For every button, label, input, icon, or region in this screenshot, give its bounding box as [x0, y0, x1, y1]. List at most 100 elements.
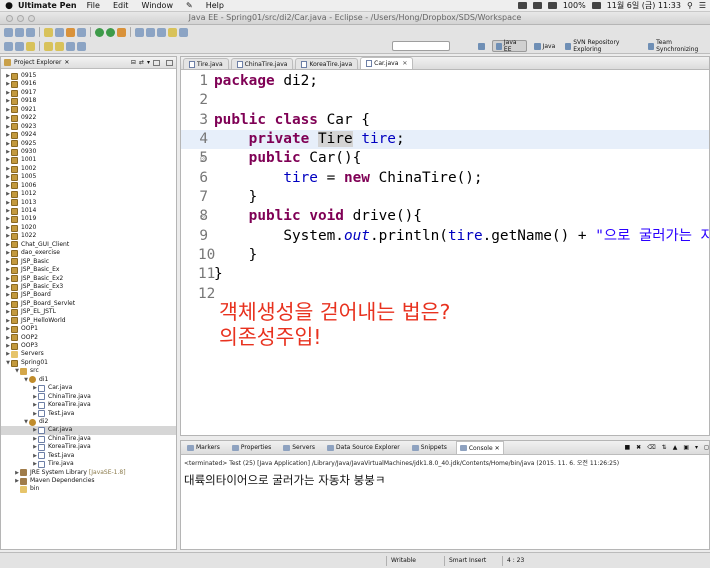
perspective-java[interactable]: Java: [531, 40, 559, 52]
clock[interactable]: 11월 6일 (금) 11:33: [607, 0, 681, 11]
maximize-view-icon[interactable]: [166, 59, 173, 66]
apple-icon[interactable]: ●: [0, 1, 18, 11]
fold-icon[interactable]: ⊝: [200, 149, 205, 168]
tree-item[interactable]: ▶ JSP_Basic_Ex2: [1, 275, 176, 283]
tree-item[interactable]: ▶ 1020: [1, 224, 176, 232]
forward-icon[interactable]: [77, 41, 86, 51]
tree-item[interactable]: ▶ ChinaTire.java: [1, 393, 176, 401]
tree-item[interactable]: ▶ Test.java: [1, 410, 176, 418]
display-console-icon[interactable]: ▣: [683, 444, 689, 451]
tree-item[interactable]: ▶ 0924: [1, 131, 176, 139]
tab-data-source-explorer[interactable]: Data Source Explorer: [324, 443, 403, 452]
quick-access-input[interactable]: [392, 41, 450, 51]
close-tab-icon[interactable]: ✕: [495, 445, 500, 452]
remove-launch-icon[interactable]: ✖: [636, 444, 641, 451]
tree-item[interactable]: ▼ Spring01: [1, 359, 176, 367]
new-package-icon[interactable]: [146, 27, 155, 37]
console-output[interactable]: 대륙의타이어으로 굴러가는 자동차 붕붕ㅋ: [181, 467, 709, 488]
tree-item[interactable]: ▶ Car.java: [1, 384, 176, 392]
tree-item[interactable]: ▶ JSP_Board: [1, 291, 176, 300]
tree-item[interactable]: ▶ 0922: [1, 114, 176, 122]
toggle-mark-icon[interactable]: [15, 41, 24, 51]
tree-item[interactable]: ▶ OOP3: [1, 342, 176, 350]
tree-item[interactable]: ▶ ChinaTire.java: [1, 435, 176, 443]
menu-help[interactable]: Help: [206, 1, 224, 10]
tree-item[interactable]: ▶ OOP2: [1, 334, 176, 342]
tab-car-java[interactable]: Car.java ✕: [360, 57, 414, 69]
collapse-all-icon[interactable]: ⊟: [131, 59, 136, 66]
tree-item[interactable]: ▶ Maven Dependencies: [1, 477, 176, 485]
open-type-icon[interactable]: [168, 27, 177, 37]
tab-servers[interactable]: Servers: [280, 443, 318, 452]
tree-item[interactable]: ▼ src: [1, 367, 176, 376]
tree-item[interactable]: ▶ 1019: [1, 215, 176, 224]
perspective-java-ee[interactable]: Java EE: [492, 39, 527, 53]
tree-item[interactable]: ▶ KoreaTire.java: [1, 443, 176, 451]
tree-item[interactable]: ▶ JSP_Basic_Ex: [1, 266, 176, 274]
clear-console-icon[interactable]: ⌫: [647, 444, 655, 451]
tree-item[interactable]: ▶ 1005: [1, 173, 176, 181]
tab-koreatire-java[interactable]: KoreaTire.java: [295, 58, 359, 69]
list-icon[interactable]: ☰: [699, 1, 706, 10]
tree-item[interactable]: ▶ 1022: [1, 232, 176, 241]
tree-item[interactable]: ▶ 0917: [1, 89, 176, 97]
external-tools-icon[interactable]: [117, 27, 126, 37]
app-name-menu[interactable]: Ultimate Pen: [18, 1, 77, 10]
tree-item[interactable]: ▶ 0918: [1, 97, 176, 106]
new-java-project-icon[interactable]: [135, 27, 144, 37]
close-tab-icon[interactable]: ✕: [402, 60, 407, 67]
perspective-svn[interactable]: SVN Repository Exploring: [562, 39, 641, 53]
tree-item[interactable]: ▶ 0916: [1, 80, 176, 89]
tree-item[interactable]: ▶ 0915: [1, 72, 176, 80]
minimize-view-icon[interactable]: ◻: [704, 444, 709, 451]
view-menu-icon[interactable]: ▾: [695, 444, 698, 451]
tree-item[interactable]: ▶ 0923: [1, 123, 176, 131]
link-editor-icon[interactable]: ⇄: [139, 59, 144, 66]
tree-item[interactable]: ▶ 0925: [1, 140, 176, 148]
view-menu-icon[interactable]: ▾: [147, 59, 150, 66]
tree-item[interactable]: ▶ 1014: [1, 207, 176, 215]
perspective-team-sync[interactable]: Team Synchronizing: [645, 39, 710, 53]
back-icon[interactable]: [66, 41, 75, 51]
wifi-icon[interactable]: [547, 2, 557, 9]
tree-item[interactable]: ▶ JSP_Basic: [1, 258, 176, 266]
database-icon[interactable]: [77, 27, 86, 37]
tree-item[interactable]: ▶ dao_exercise: [1, 249, 176, 257]
menu-window[interactable]: Window: [141, 1, 173, 10]
print-icon[interactable]: [26, 27, 35, 37]
server-icon[interactable]: [66, 27, 75, 37]
tree-item[interactable]: ▼ di2: [1, 418, 176, 426]
tree-item[interactable]: ▶ 0930: [1, 148, 176, 156]
tree-item[interactable]: ▶ 1001: [1, 156, 176, 165]
tree-item[interactable]: ▶ Test.java: [1, 452, 176, 460]
close-icon[interactable]: ✕: [64, 59, 69, 66]
save-icon[interactable]: [15, 27, 24, 37]
tree-item[interactable]: ▶ 1012: [1, 190, 176, 198]
tree-item[interactable]: ▶ Tire.java: [1, 460, 176, 468]
tree-item[interactable]: ▶ JSP_Basic_Ex3: [1, 283, 176, 291]
tree-item[interactable]: ▶ Chat_GUI_Client: [1, 241, 176, 249]
previous-annotation-icon[interactable]: [55, 41, 64, 51]
tree-item[interactable]: ▶ JRE System Library [JavaSE-1.8]: [1, 469, 176, 477]
battery-icon[interactable]: [591, 2, 601, 9]
annotation-icon[interactable]: [26, 41, 35, 51]
tree-item[interactable]: ▶ 0921: [1, 106, 176, 114]
tree-item[interactable]: ▶ Servers: [1, 350, 176, 359]
tree-item[interactable]: ▶ KoreaTire.java: [1, 401, 176, 409]
tree-item[interactable]: ▶ JSP_EL_JSTL: [1, 308, 176, 316]
tree-item[interactable]: ▶ Car.java: [1, 426, 176, 435]
tab-tire-java[interactable]: Tire.java: [183, 58, 229, 69]
minimize-view-icon[interactable]: [153, 59, 160, 66]
tree-item[interactable]: ▶ 1013: [1, 199, 176, 207]
tree-item[interactable]: ▶ JSP_Board_Servlet: [1, 300, 176, 308]
scroll-lock-icon[interactable]: ⇅: [662, 444, 667, 451]
tab-console[interactable]: Console ✕: [455, 441, 504, 454]
tree-item[interactable]: ▶ 1002: [1, 165, 176, 173]
debug-icon[interactable]: [95, 27, 104, 37]
run-icon[interactable]: [106, 27, 115, 37]
status-tray-icon[interactable]: [532, 2, 542, 9]
web-browser-icon[interactable]: [55, 27, 64, 37]
tab-chinatire-java[interactable]: ChinaTire.java: [230, 58, 294, 69]
menu-edit[interactable]: Edit: [113, 1, 129, 10]
pin-console-icon[interactable]: ▲: [673, 444, 678, 451]
